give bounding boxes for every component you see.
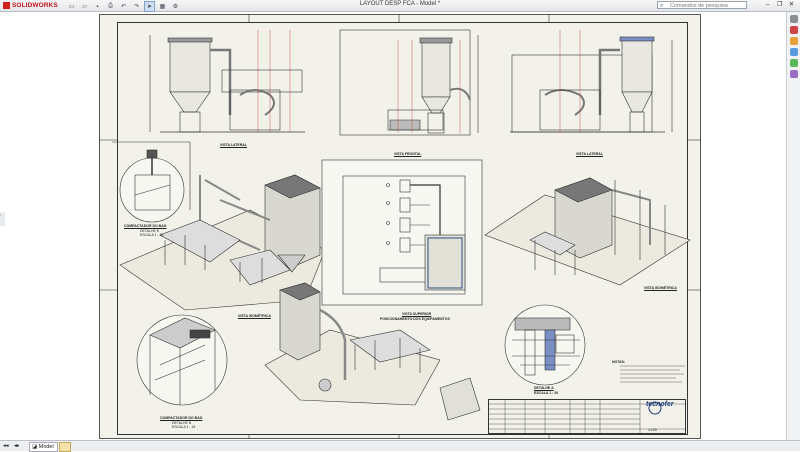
- title-bar: SOLIDWORKS ▭ ▱ ▪ ⎙ ↶ ↷ ➤ ▦ ⚙ LAYOUT DESP…: [0, 0, 800, 12]
- layout-tab-icon[interactable]: [59, 442, 71, 452]
- tab-model-label: Model: [38, 444, 54, 450]
- search-input[interactable]: ⌕ Comandos de pesquisa: [657, 1, 747, 9]
- view-label-front: VISTA FRONTAL: [394, 152, 422, 156]
- appearances-icon[interactable]: [790, 59, 798, 67]
- window-controls: – ❐ ✕: [763, 1, 796, 9]
- view-label-top: VISTA SUPERIOR: [402, 312, 432, 316]
- view-label-compactador-bottom: COMPACTADOR DO BAG: [160, 416, 203, 420]
- view-label-detail-a: DETALHE A: [534, 386, 554, 390]
- file-explorer-icon[interactable]: [790, 37, 798, 45]
- company-logo: tecnofer: [646, 401, 674, 408]
- view-label-compactador-top: COMPACTADOR DO BAG: [124, 224, 167, 228]
- view-sub-detail-a: ESCALA 1 : 30: [534, 391, 559, 395]
- view-label-side-right: VISTA LATERAL: [576, 152, 603, 156]
- titleblock-scale: 1:100: [648, 428, 657, 432]
- nav-prev-icon[interactable]: ◂▸: [14, 442, 20, 450]
- view-label-iso-right: VISTA ISOMÉTRICA: [644, 286, 677, 290]
- view-label-side-left: VISTA LATERAL: [220, 143, 247, 147]
- bottom-tab-bar: ◂◂ ◂▸ ◪ Model: [0, 440, 800, 452]
- custom-properties-icon[interactable]: [790, 70, 798, 78]
- nav-first-icon[interactable]: ◂◂: [3, 442, 9, 450]
- close-button[interactable]: ✕: [787, 1, 796, 9]
- search-placeholder: Comandos de pesquisa: [670, 3, 728, 9]
- view-sub-compactador-top: DETALHE E ESCALA 1 : 15: [140, 229, 164, 237]
- view-sub-top: POSICIONAMENTO DOS EQUIPAMENTOS: [380, 317, 450, 321]
- design-library-icon[interactable]: [790, 26, 798, 34]
- minimize-button[interactable]: –: [763, 1, 772, 9]
- search-icon: ⌕: [660, 3, 664, 9]
- notes-heading: NOTAS:: [612, 360, 626, 364]
- drawing-frame: [117, 22, 688, 435]
- resources-icon[interactable]: [790, 15, 798, 23]
- model-tab-icon: ◪: [32, 444, 38, 450]
- restore-button[interactable]: ❐: [775, 1, 784, 9]
- task-pane-tabs: [786, 12, 800, 440]
- feature-manager-collapse-handle[interactable]: ›: [0, 212, 5, 226]
- notes: NOTAS:: [612, 360, 625, 364]
- view-sub-compactador-bottom: DETALHE B ESCALA 1 : 15: [172, 421, 196, 429]
- tab-model[interactable]: ◪ Model: [29, 442, 58, 452]
- view-label-iso-left: VISTA ISOMÉTRICA: [238, 314, 271, 318]
- view-palette-icon[interactable]: [790, 48, 798, 56]
